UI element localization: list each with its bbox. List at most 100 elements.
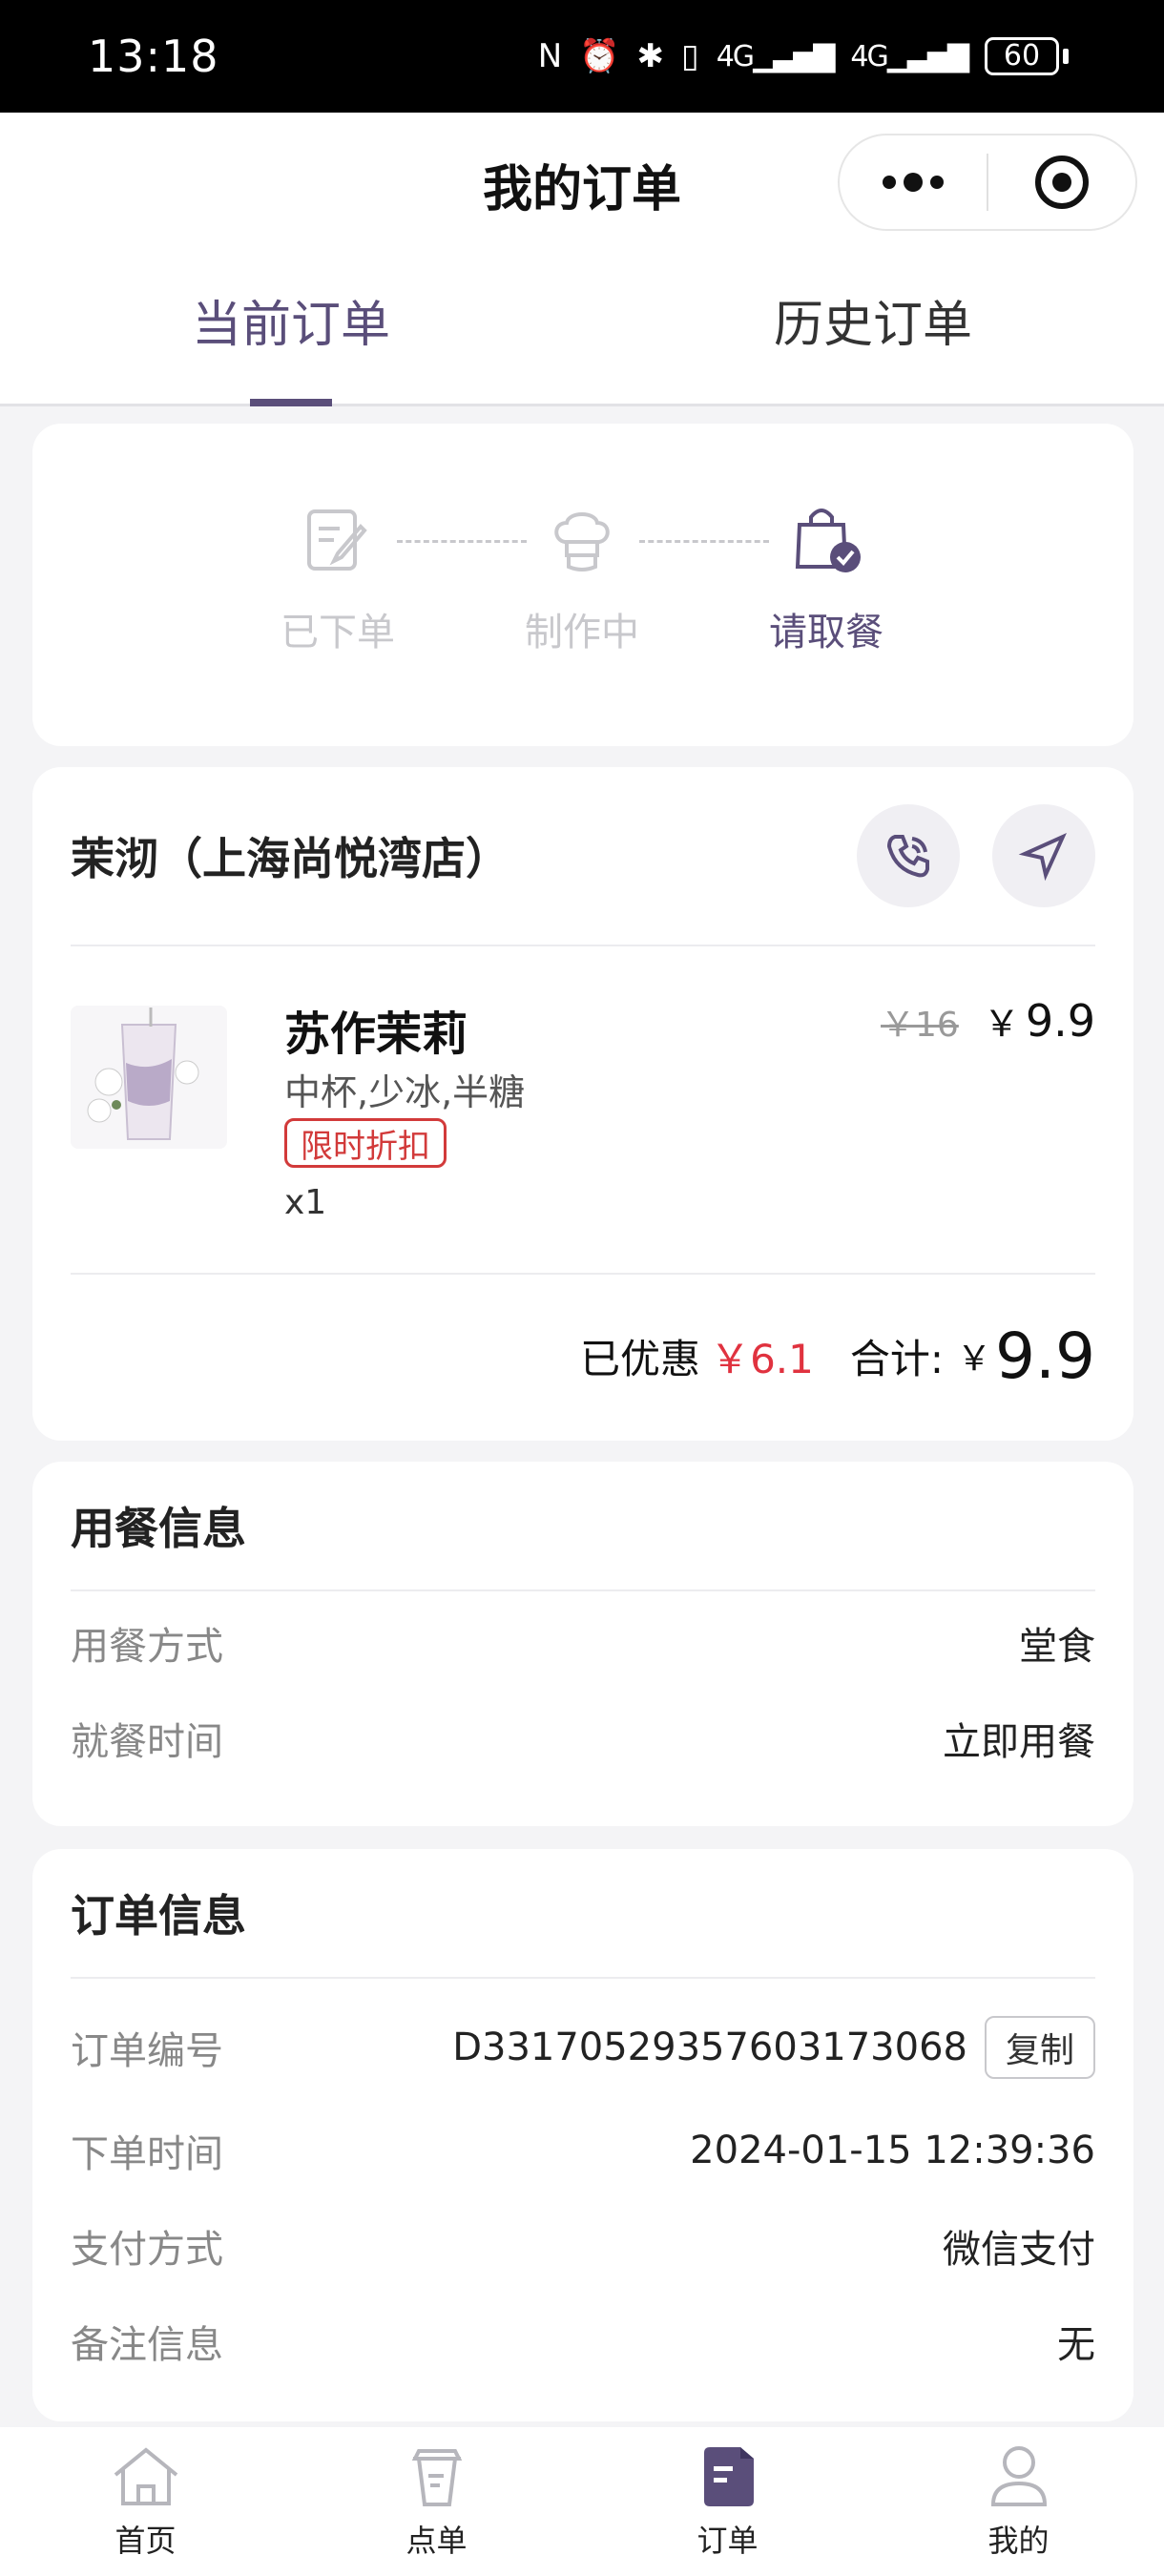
- nav-profile[interactable]: 我的: [873, 2427, 1164, 2576]
- nav-label: 点单: [405, 2523, 468, 2559]
- order-number: D3317052935760317306​8: [452, 2025, 967, 2069]
- step-pickup: 请取餐: [731, 500, 922, 656]
- product-name: 苏作茉莉: [284, 1008, 468, 1061]
- bluetooth-icon: ✱: [636, 37, 665, 75]
- order-number-row: 订单编号 D3317052935760317306​8 复制: [71, 1992, 1095, 2103]
- current-price-value: 9.9: [1025, 995, 1095, 1047]
- total-currency-symbol: ￥: [957, 1340, 992, 1379]
- navigate-store-button[interactable]: [992, 804, 1095, 907]
- battery-level: 60: [985, 37, 1059, 75]
- store-actions: [857, 804, 1095, 907]
- order-tabs: 当前订单 历史订单: [0, 256, 1164, 406]
- home-icon: [108, 2442, 184, 2509]
- order-total-row: 已优惠 ￥6.1 合计: ￥ 9.9: [71, 1275, 1095, 1437]
- order-info-card: 订单信息 订单编号 D3317052935760317306​8 复制 下单时间…: [32, 1849, 1133, 2421]
- product-prices: ￥16 ￥ 9.9: [881, 994, 1095, 1047]
- call-store-button[interactable]: [857, 804, 960, 907]
- store-name: 茉沏（上海尚悦湾店）: [71, 833, 509, 884]
- total-value: 9.9: [995, 1319, 1095, 1393]
- order-progress-card: 已下单 制作中 请取餐: [32, 424, 1133, 746]
- step-label: 制作中: [525, 611, 639, 654]
- total-label: 合计:: [849, 1335, 945, 1382]
- order-number-value: D3317052935760317306​8 复制: [452, 2016, 1095, 2079]
- page-header: 我的订单: [0, 113, 1164, 256]
- navigation-arrow-icon: [1018, 833, 1067, 882]
- tab-label: 历史订单: [773, 297, 972, 354]
- profile-icon: [981, 2442, 1057, 2509]
- network-type-2: 4G: [850, 39, 888, 73]
- order-info-title: 订单信息: [71, 1849, 1095, 1979]
- step-label: 请取餐: [769, 611, 883, 654]
- status-time: 13:18: [88, 31, 219, 82]
- nav-home[interactable]: 首页: [0, 2427, 291, 2576]
- nav-order-drinks[interactable]: 点单: [291, 2427, 582, 2576]
- discount-value: ￥6.1: [710, 1335, 814, 1382]
- info-value: 微信支付: [943, 2228, 1095, 2272]
- info-label: 就餐时间: [71, 1720, 223, 1764]
- product-spec: 中杯,少冰,半糖: [284, 1071, 526, 1113]
- nav-label: 首页: [114, 2523, 177, 2559]
- currency-symbol: ￥: [983, 1003, 1020, 1045]
- payment-method-row: 支付方式 微信支付: [71, 2198, 1095, 2294]
- nav-label: 订单: [696, 2523, 759, 2559]
- shopping-bag-check-icon: [786, 500, 866, 580]
- chef-hat-icon: [542, 500, 622, 580]
- tab-current-orders[interactable]: 当前订单: [0, 256, 582, 406]
- info-label: 订单编号: [71, 2029, 223, 2073]
- nav-orders[interactable]: 订单: [582, 2427, 873, 2576]
- order-detail-card: 茉沏（上海尚悦湾店） 苏作茉莉 中杯,少冰,半糖 限时折扣 x1 ￥16 ￥ 9…: [32, 767, 1133, 1441]
- nfc-icon: N: [537, 37, 563, 75]
- order-item: 苏作茉莉 中杯,少冰,半糖 限时折扣 x1 ￥16 ￥ 9.9: [71, 946, 1095, 1275]
- battery-icon: 60: [985, 37, 1069, 75]
- progress-steps: 已下单 制作中 请取餐: [32, 500, 1133, 691]
- current-price: ￥ 9.9: [984, 994, 1095, 1047]
- info-value: 无: [1057, 2323, 1095, 2367]
- signal-icon-2: 4G▁▃▅▇: [850, 39, 969, 73]
- step-making: 制作中: [487, 500, 677, 656]
- more-button[interactable]: [840, 135, 987, 229]
- page-title: 我的订单: [482, 160, 681, 218]
- alarm-icon: ⏰: [579, 37, 620, 75]
- info-label: 用餐方式: [71, 1625, 223, 1669]
- product-quantity: x1: [284, 1183, 327, 1222]
- step-ordered: 已下单: [242, 500, 433, 656]
- drink-cup-icon: [399, 2442, 475, 2509]
- edit-note-icon: [298, 500, 378, 580]
- dining-info-card: 用餐信息 用餐方式 堂食 就餐时间 立即用餐: [32, 1462, 1133, 1826]
- info-value: 2024-01-15 12:39:36: [690, 2129, 1095, 2172]
- discount-label: 已优惠: [580, 1335, 701, 1382]
- info-label: 支付方式: [71, 2228, 223, 2272]
- product-image: [71, 1006, 227, 1149]
- step-label: 已下单: [281, 611, 395, 654]
- info-value: 立即用餐: [943, 1720, 1095, 1764]
- tab-active-indicator: [250, 399, 332, 406]
- tab-history-orders[interactable]: 历史订单: [582, 256, 1164, 404]
- dining-info-title: 用餐信息: [71, 1462, 1095, 1591]
- info-label: 下单时间: [71, 2132, 223, 2176]
- info-value: 堂食: [1019, 1625, 1095, 1669]
- order-time-row: 下单时间 2024-01-15 12:39:36: [71, 2103, 1095, 2198]
- signal-icon-1: 4G▁▃▅▇: [716, 39, 836, 73]
- bottom-navigation: 首页 点单 订单 我的: [0, 2427, 1164, 2576]
- status-icons: N ⏰ ✱ ▯ 4G▁▃▅▇ 4G▁▃▅▇ 60: [538, 37, 1069, 75]
- network-type-1: 4G: [716, 39, 755, 73]
- status-bar: 13:18 N ⏰ ✱ ▯ 4G▁▃▅▇ 4G▁▃▅▇ 60: [0, 0, 1164, 113]
- tab-label: 当前订单: [191, 297, 390, 354]
- more-dots-icon: [883, 173, 944, 192]
- dining-method-row: 用餐方式 堂食: [71, 1595, 1095, 1691]
- vibrate-icon: ▯: [681, 37, 699, 75]
- dining-time-row: 就餐时间 立即用餐: [71, 1691, 1095, 1786]
- nav-label: 我的: [987, 2523, 1050, 2559]
- order-list-icon: [690, 2442, 766, 2509]
- remark-row: 备注信息 无: [71, 2294, 1095, 2389]
- battery-tip: [1063, 49, 1069, 64]
- miniprogram-capsule: [838, 134, 1137, 231]
- close-miniprogram-button[interactable]: [988, 135, 1135, 229]
- target-icon: [1035, 156, 1089, 209]
- original-price: ￥16: [881, 1006, 959, 1045]
- store-row: 茉沏（上海尚悦湾店）: [71, 767, 1095, 946]
- discount-badge: 限时折扣: [284, 1118, 447, 1168]
- phone-icon: [886, 835, 929, 878]
- info-label: 备注信息: [71, 2323, 223, 2367]
- copy-order-number-button[interactable]: 复制: [984, 2016, 1095, 2079]
